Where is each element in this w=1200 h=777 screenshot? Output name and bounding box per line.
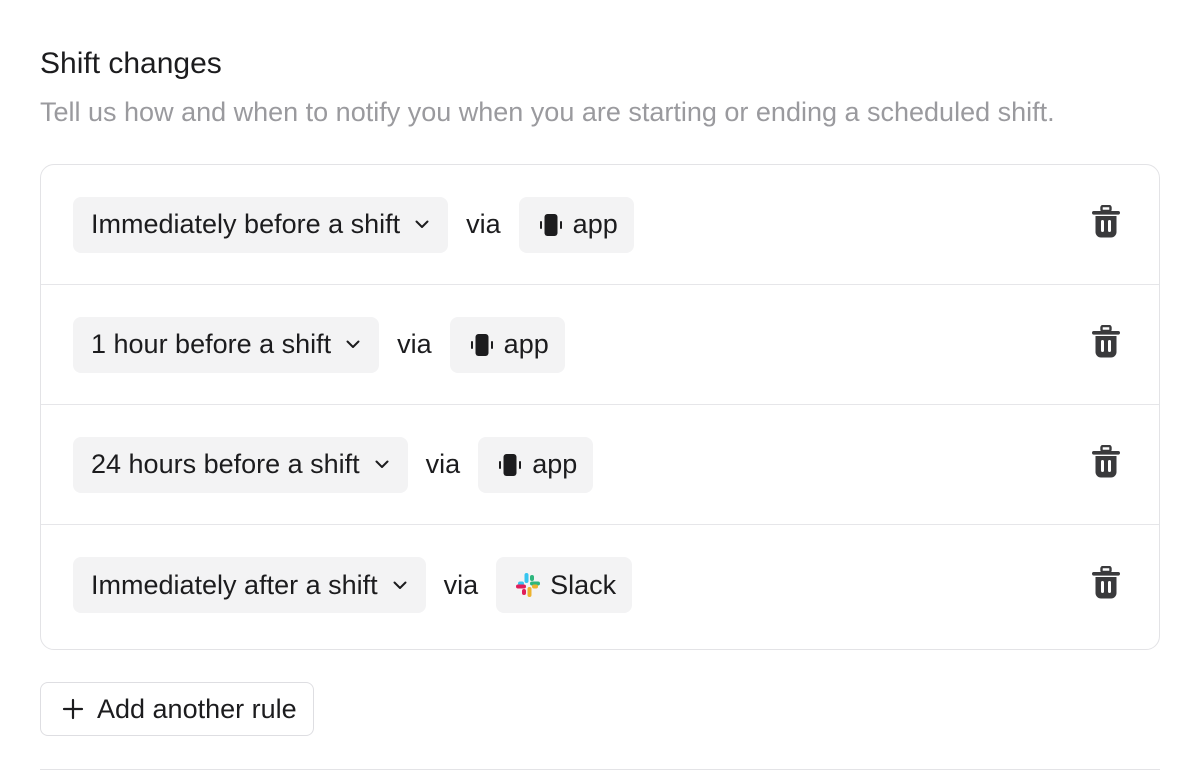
delete-rule-button[interactable] (1091, 444, 1121, 484)
chevron-down-icon (414, 217, 430, 233)
trash-icon (1091, 204, 1121, 244)
channel-label: Slack (550, 569, 617, 600)
channel-label: app (572, 209, 618, 239)
mobile-app-icon (468, 331, 496, 359)
delete-rule-button[interactable] (1091, 565, 1121, 605)
notification-rule-row: 24 hours before a shift via app (41, 405, 1159, 525)
delete-rule-button[interactable] (1091, 204, 1121, 244)
notification-rules-list: Immediately before a shift via app 1 hou… (40, 164, 1160, 650)
via-label: via (397, 329, 432, 359)
via-label: via (425, 449, 461, 479)
chevron-down-icon (392, 577, 408, 593)
timing-dropdown-label: Immediately before a shift (91, 209, 401, 239)
timing-dropdown-label: Immediately after a shift (91, 569, 378, 600)
timing-dropdown[interactable]: 1 hour before a shift (73, 316, 380, 373)
chevron-down-icon (374, 457, 390, 473)
channel-selector[interactable]: app (478, 436, 594, 493)
via-label: via (466, 209, 501, 239)
via-label: via (443, 569, 479, 600)
trash-icon (1091, 324, 1121, 364)
trash-icon (1091, 444, 1121, 484)
notification-rule-row: 1 hour before a shift via app (41, 285, 1159, 405)
section-title: Shift changes (40, 47, 222, 80)
timing-dropdown-label: 24 hours before a shift (91, 449, 360, 479)
add-rule-button[interactable]: Add another rule (40, 682, 314, 736)
delete-rule-button[interactable] (1091, 324, 1121, 364)
plus-icon (61, 697, 85, 721)
timing-dropdown[interactable]: Immediately before a shift (73, 196, 449, 253)
notification-rule-row: Immediately after a shift via Slack (41, 525, 1159, 645)
timing-dropdown[interactable]: 24 hours before a shift (73, 436, 408, 493)
channel-selector[interactable]: app (518, 196, 634, 253)
slack-icon (514, 571, 542, 599)
channel-selector[interactable]: app (449, 316, 565, 373)
section-description: Tell us how and when to notify you when … (40, 97, 1055, 127)
mobile-app-icon (496, 451, 524, 479)
channel-selector[interactable]: Slack (496, 557, 633, 613)
add-rule-label: Add another rule (97, 693, 297, 724)
timing-dropdown[interactable]: Immediately after a shift (73, 557, 426, 613)
channel-label: app (532, 449, 578, 479)
timing-dropdown-label: 1 hour before a shift (91, 329, 332, 359)
mobile-app-icon (537, 211, 565, 239)
section-divider (40, 769, 1160, 770)
chevron-down-icon (345, 337, 361, 353)
notification-rule-row: Immediately before a shift via app (41, 165, 1159, 285)
trash-icon (1091, 565, 1121, 605)
channel-label: app (503, 329, 549, 359)
